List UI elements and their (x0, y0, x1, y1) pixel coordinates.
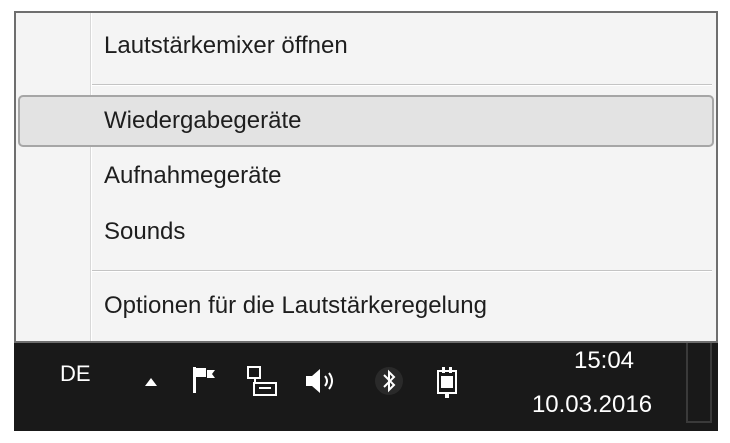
menu-item-open-volume-mixer[interactable]: Lautstärkemixer öffnen (18, 21, 714, 71)
speaker-icon[interactable] (302, 365, 342, 397)
taskbar: DE 15:04 10.03.2016 (14, 343, 718, 431)
clock-time[interactable]: 15:04 (554, 347, 654, 375)
power-plug-icon[interactable] (432, 365, 464, 399)
show-desktop-button[interactable] (686, 343, 712, 423)
menu-separator (92, 84, 712, 86)
language-indicator[interactable]: DE (60, 361, 91, 387)
menu-item-playback-devices[interactable]: Wiedergabegeräte (18, 95, 714, 147)
menu-item-label: Lautstärkemixer öffnen (104, 32, 348, 59)
menu-separator (92, 270, 712, 272)
menu-item-sounds[interactable]: Sounds (18, 207, 714, 257)
network-icon[interactable] (244, 365, 278, 397)
menu-item-label: Optionen für die Lautstärkeregelung (104, 292, 487, 319)
clock-date[interactable]: 10.03.2016 (522, 391, 662, 419)
flag-icon[interactable] (190, 365, 218, 395)
chevron-up-icon[interactable] (144, 377, 158, 387)
menu-item-label: Aufnahmegeräte (104, 162, 282, 189)
menu-item-label: Sounds (104, 218, 186, 245)
menu-item-recording-devices[interactable]: Aufnahmegeräte (18, 151, 714, 201)
menu-item-volume-options[interactable]: Optionen für die Lautstärkeregelung (18, 281, 714, 331)
context-menu: Lautstärkemixer öffnen Wiedergabegeräte … (14, 11, 718, 343)
bluetooth-icon[interactable] (374, 365, 404, 397)
menu-item-label: Wiedergabegeräte (104, 107, 302, 134)
